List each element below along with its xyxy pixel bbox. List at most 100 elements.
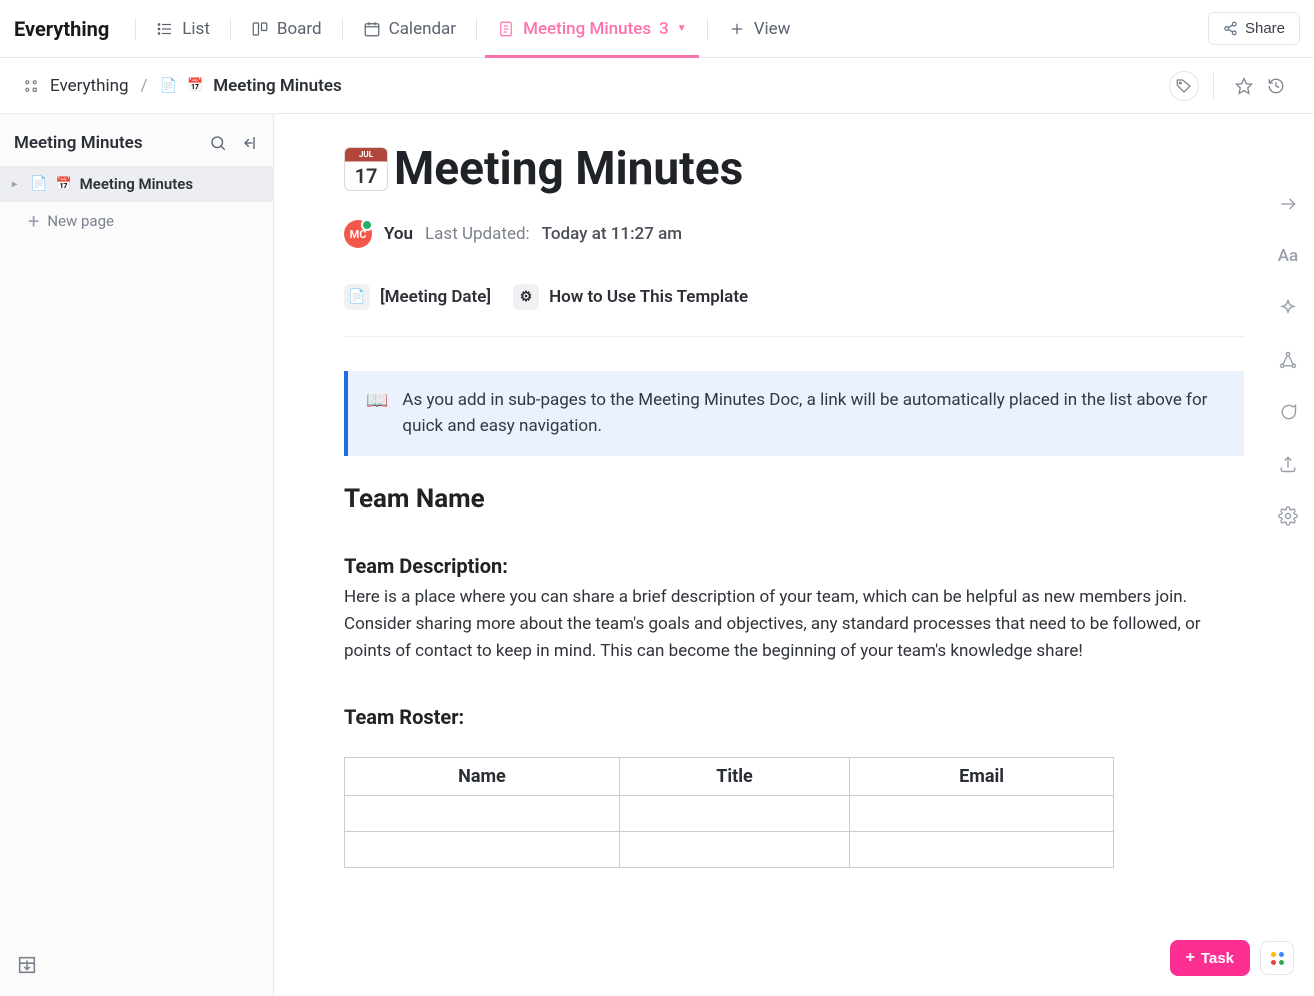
th-title[interactable]: Title [619,758,849,796]
plus-icon: + [1186,949,1195,967]
tag-icon [1175,77,1193,95]
sidebar: Meeting Minutes ▸ 📄 📅 Meeting Minutes + … [0,114,274,996]
tab-list[interactable]: List [144,0,222,58]
tab-view-label: View [754,19,791,39]
sidebar-search-button[interactable] [207,132,229,154]
last-updated-label: Last Updated: [425,224,530,244]
tab-calendar[interactable]: Calendar [351,0,468,58]
doc-title[interactable]: Meeting Minutes [394,142,743,196]
table-row[interactable] [345,796,1114,832]
info-callout: 📖 As you add in sub-pages to the Meeting… [344,371,1244,456]
caret-right-icon: ▸ [12,179,22,190]
callout-text: As you add in sub-pages to the Meeting M… [402,387,1224,440]
sidebar-newpage-label: New page [47,212,114,230]
tab-calendar-label: Calendar [389,19,456,39]
breadcrumb-sep: / [141,76,148,96]
page-icon: 📄 [344,284,370,310]
th-email[interactable]: Email [850,758,1114,796]
share-icon [1223,21,1238,36]
chip-meeting-date[interactable]: 📄 [Meeting Date] [344,284,491,310]
doc-calendar-icon[interactable]: JUL 17 [344,147,388,191]
last-updated-value: Today at 11:27 am [542,224,682,244]
heading-team-description[interactable]: Team Description: [344,554,1244,578]
list-icon [156,20,174,38]
table-row[interactable] [345,832,1114,868]
roster-table[interactable]: Name Title Email [344,757,1114,868]
divider [135,18,136,40]
share-label: Share [1245,20,1285,37]
comment-icon [1278,402,1298,422]
cal-day: 17 [355,161,378,190]
tab-board-label: Board [277,19,322,39]
rail-relations-button[interactable] [1276,348,1300,372]
rail-settings-button[interactable] [1276,504,1300,528]
chevron-down-icon: ▼ [677,23,687,34]
favorite-button[interactable] [1228,70,1260,102]
sidebar-title: Meeting Minutes [14,133,143,153]
rail-export-button[interactable] [1276,452,1300,476]
divider [707,18,708,40]
plus-icon [728,20,746,38]
task-fab-label: Task [1201,950,1234,967]
apps-icon [1271,952,1284,965]
th-name[interactable]: Name [345,758,620,796]
rail-expand-button[interactable] [1276,192,1300,216]
avatar[interactable]: MC [344,220,372,248]
breadcrumb-root[interactable]: Everything [50,76,129,96]
history-button[interactable] [1260,70,1292,102]
export-icon [1278,454,1298,474]
nodes-icon [1278,350,1298,370]
aa-label: Aa [1278,246,1298,266]
breadcrumb: Everything / 📄 📅 Meeting Minutes [22,76,342,96]
tab-minutes-count: 3 [659,19,669,39]
workspace-title[interactable]: Everything [14,17,127,41]
expand-icon [1278,194,1298,214]
table-header-row: Name Title Email [345,758,1114,796]
share-button[interactable]: Share [1208,12,1300,45]
collapse-icon [239,134,257,152]
heading-team-roster[interactable]: Team Roster: [344,705,1244,729]
rail-comments-button[interactable] [1276,400,1300,424]
top-view-bar: Everything List Board Calendar Meeting M… [0,0,1314,58]
breadcrumb-page[interactable]: Meeting Minutes [213,76,342,96]
gear-icon: ⚙ [513,284,539,310]
board-icon [251,20,269,38]
sparkle-icon [1278,298,1298,318]
tag-button[interactable] [1169,71,1199,101]
doc-file-icon: 📄 [30,176,47,192]
team-description-text[interactable]: Here is a place where you can share a br… [344,584,1244,666]
author-name: You [384,224,413,244]
sidebar-collapse-button[interactable] [237,132,259,154]
right-rail: Aa [1262,114,1314,528]
history-icon [1267,77,1285,95]
tab-add-view[interactable]: View [716,0,803,58]
rail-typography-button[interactable]: Aa [1276,244,1300,268]
breadcrumb-bar: Everything / 📄 📅 Meeting Minutes [0,58,1314,114]
document-area: JUL 17 Meeting Minutes MC You Last Updat… [274,114,1314,996]
doc-meta-row: MC You Last Updated: Today at 11:27 am [344,220,1244,248]
cal-month: JUL [359,148,373,161]
inbox-icon [16,954,38,976]
sidebar-item-meeting-minutes[interactable]: ▸ 📄 📅 Meeting Minutes [0,166,273,202]
tab-meeting-minutes[interactable]: Meeting Minutes 3 ▼ [485,0,699,58]
divider [230,18,231,40]
plus-icon: + [28,211,39,231]
tab-list-label: List [182,19,210,39]
heading-team-name[interactable]: Team Name [344,484,1244,514]
search-icon [209,134,227,152]
doc-icon [497,20,515,38]
chip-meeting-date-label: [Meeting Date] [380,287,491,307]
apps-button[interactable] [1260,941,1294,975]
sidebar-item-label: Meeting Minutes [80,175,193,193]
sidebar-archive-button[interactable] [16,954,38,980]
calendar-icon [363,20,381,38]
chip-howto-label: How to Use This Template [549,287,748,307]
chip-howto-template[interactable]: ⚙ How to Use This Template [513,284,748,310]
sidebar-new-page[interactable]: + New page [0,202,273,240]
new-task-button[interactable]: + Task [1170,940,1250,976]
cal-emoji-icon: 📅 [187,78,203,93]
tab-board[interactable]: Board [239,0,334,58]
divider [476,18,477,40]
rail-ai-button[interactable] [1276,296,1300,320]
grid-icon [22,77,40,95]
